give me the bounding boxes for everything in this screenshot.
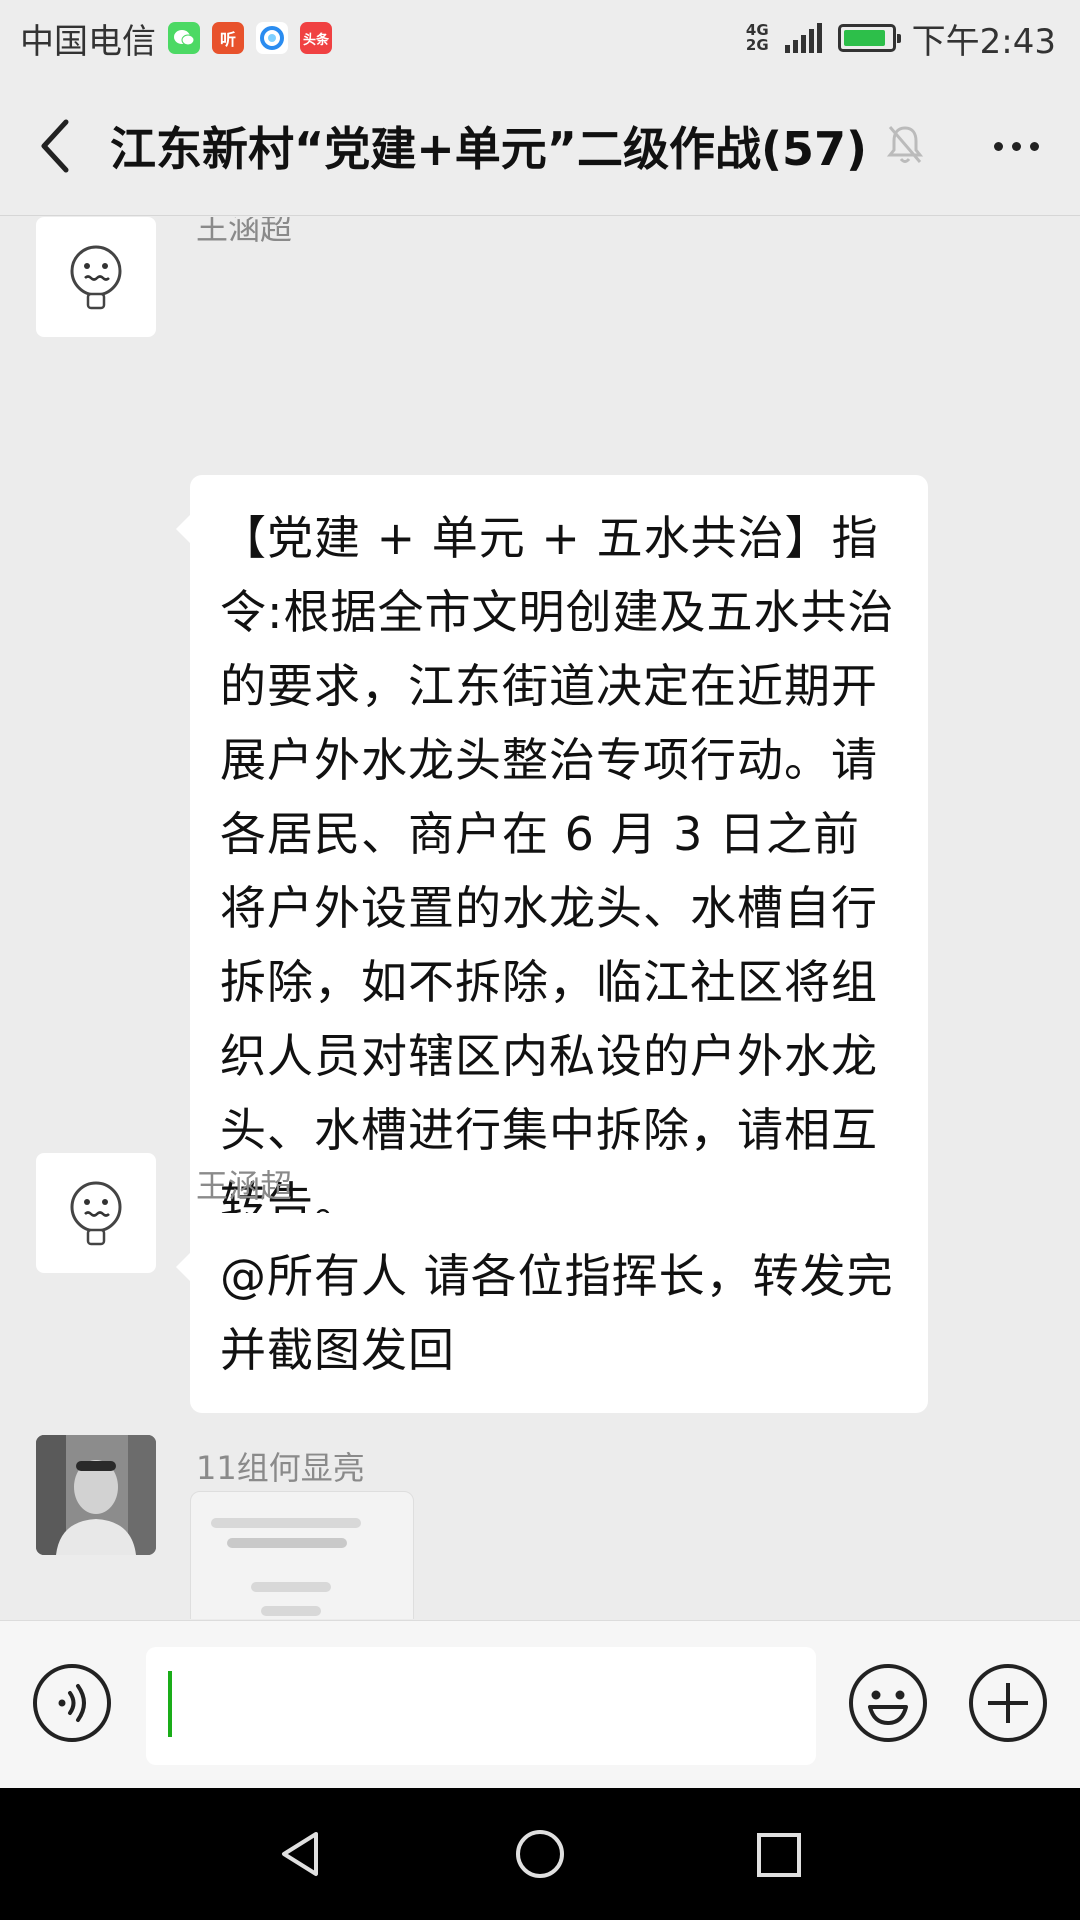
status-right: 4G 2G 下午2:43 [746, 14, 1056, 63]
man-photo-avatar [36, 1435, 156, 1555]
nav-recent-icon [757, 1833, 801, 1877]
system-nav-bar [0, 1788, 1080, 1920]
message-bubble[interactable]: @所有人 请各位指挥长，转发完并截图发回 [176, 1213, 928, 1413]
network-type: 4G 2G [746, 23, 769, 53]
more-dots-icon [993, 141, 1003, 151]
input-bar [0, 1620, 1080, 1788]
toutiao-app-icon: 头条 [300, 22, 332, 54]
avatar[interactable] [36, 1435, 156, 1555]
image-message[interactable] [190, 1491, 414, 1619]
status-left: 中国电信 听 头条 [20, 14, 332, 63]
message-text: 【党建 + 单元 + 五水共治】指令:根据全市文明创建及五水共治的要求，江东街道… [220, 511, 895, 1231]
sender-name: 王涵超 [196, 217, 293, 247]
nav-back-button[interactable] [274, 1828, 326, 1884]
more-button[interactable] [976, 116, 1056, 176]
plus-button[interactable] [966, 1661, 1050, 1749]
carrier-name: 中国电信 [20, 21, 156, 62]
cartoon-face-avatar [70, 245, 122, 310]
signal-icon [784, 23, 822, 53]
emoji-icon [849, 1664, 927, 1742]
chat-title[interactable]: 江东新村“党建+单元”二级作战(57) [110, 113, 867, 179]
nav-recent-button[interactable] [756, 1832, 802, 1882]
wechat-app-icon [168, 22, 200, 54]
emoji-button[interactable] [846, 1661, 930, 1749]
network-bottom-label: 2G [745, 36, 769, 54]
browser-app-icon [256, 22, 288, 54]
text-cursor [168, 1671, 172, 1737]
back-chevron-icon [41, 119, 69, 172]
chat-header: 江东新村“党建+单元”二级作战(57) [0, 76, 1080, 216]
listen-app-icon: 听 [212, 22, 244, 54]
nav-home-icon [516, 1830, 564, 1878]
nav-home-button[interactable] [514, 1828, 566, 1884]
battery-level [843, 30, 886, 46]
message-input[interactable] [146, 1647, 816, 1765]
avatar[interactable] [36, 217, 156, 337]
avatar[interactable] [36, 1153, 156, 1273]
message-list[interactable]: 王涵超 【党建 + 单元 + 五水共治】指令:根据全市文明创建及五水共治的要求，… [0, 217, 1080, 1619]
battery-icon [837, 24, 901, 52]
sender-name: 11组何显亮 [196, 1449, 365, 1487]
message-text: @所有人 请各位指挥长，转发完并截图发回 [220, 1249, 894, 1377]
sender-name: 王涵超 [196, 1167, 293, 1205]
nav-back-icon [282, 1832, 318, 1876]
voice-button[interactable] [30, 1661, 114, 1749]
cartoon-face-avatar [70, 1181, 122, 1246]
bell-muted-icon [885, 122, 925, 170]
clock: 下午2:43 [911, 21, 1056, 62]
message-bubble[interactable]: 【党建 + 单元 + 五水共治】指令:根据全市文明创建及五水共治的要求，江东街道… [176, 475, 928, 1267]
voice-input-icon [33, 1664, 111, 1742]
status-bar: 中国电信 听 头条 4G 2G 下午2:43 [0, 0, 1080, 76]
back-button[interactable] [0, 76, 110, 216]
plus-icon [969, 1664, 1047, 1742]
